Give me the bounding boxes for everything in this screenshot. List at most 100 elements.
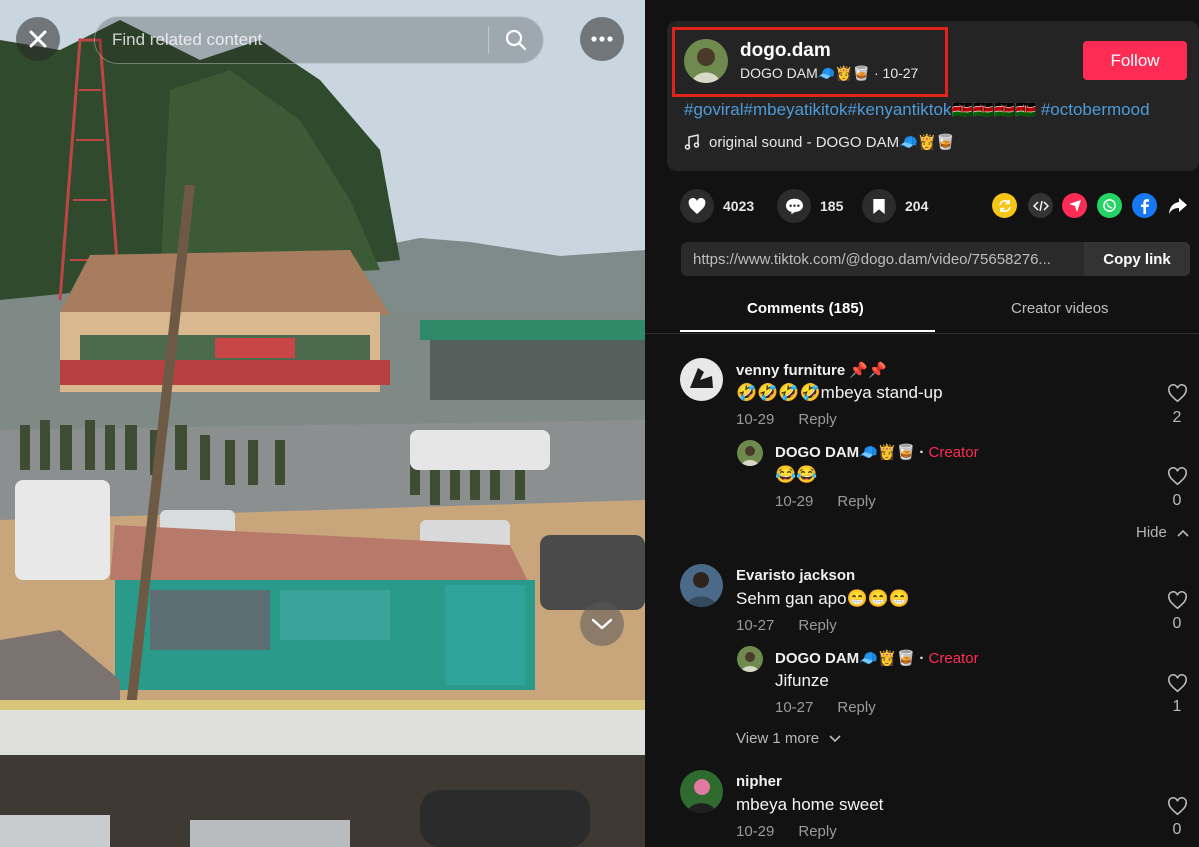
share-link-box: https://www.tiktok.com/@dogo.dam/video/7… [681,242,1190,276]
avatar[interactable] [737,646,763,672]
comment-date: 10-29 [736,823,775,840]
share-link-url[interactable]: https://www.tiktok.com/@dogo.dam/video/7… [681,251,1084,268]
comment-author[interactable]: nipher [736,773,782,790]
avatar[interactable] [680,770,723,813]
reply-like-button[interactable] [1165,467,1189,491]
like-action[interactable]: 4023 [680,188,754,224]
reply-date: 10-27 [775,699,814,716]
reply-button[interactable]: Reply [837,699,875,716]
heart-icon [688,197,706,214]
author-subline: DOGO DAM🧢👸🥃 · 10-27 [740,65,918,82]
more-options-button[interactable] [580,17,624,61]
comment-date: 10-29 [736,411,775,428]
heart-outline-icon [1167,591,1187,610]
video-frame [0,0,645,847]
comment-date: 10-27 [736,617,775,634]
reply-button[interactable]: Reply [798,617,836,634]
follow-button[interactable]: Follow [1083,41,1187,80]
whatsapp-icon[interactable] [1097,193,1122,218]
save-action[interactable]: 204 [862,188,928,224]
hide-label: Hide [1136,524,1167,541]
avatar-image [680,358,723,401]
creator-badge: Creator [928,444,979,461]
avatar-image [680,564,723,607]
comment-action[interactable]: 185 [777,188,843,224]
reply-author-name: DOGO DAM🧢👸🥃 [775,444,916,461]
share-arrow-icon[interactable] [1165,193,1190,218]
hashtags: #goviral#mbeyatikitok#kenyantiktok🇰🇪🇰🇪🇰🇪… [684,100,1150,120]
next-video-button[interactable] [580,602,624,646]
search-button[interactable] [489,17,543,63]
comment-like-button[interactable] [1165,591,1189,615]
comment-like-button[interactable] [1165,797,1189,821]
comment-author[interactable]: venny furniture 📌📌 [736,361,887,379]
active-tab-indicator [680,330,935,332]
forward-arrow-icon [1168,197,1187,214]
reply-like-count: 1 [1172,698,1182,715]
heart-outline-icon [1167,797,1187,816]
avatar[interactable] [680,358,723,401]
repost-arrows-icon [998,199,1011,212]
comment-like-count: 2 [1172,409,1182,426]
comment-bubble-icon [785,198,803,214]
music-note-icon [684,134,700,150]
music-title: original sound - DOGO DAM🧢👸🥃 [709,134,956,151]
reply-meta: 10-27 Reply [775,699,876,716]
save-count: 204 [905,198,929,214]
avatar[interactable] [680,564,723,607]
comment-button[interactable] [777,189,811,223]
author-username[interactable]: dogo.dam [740,40,831,62]
avatar-image [737,440,763,466]
video-player[interactable] [0,0,645,847]
reply-button[interactable]: Reply [798,411,836,428]
save-button[interactable] [862,189,896,223]
search-input[interactable] [95,29,488,51]
reply-text: 😂😂 [775,465,818,484]
comment-author[interactable]: Evaristo jackson [736,567,855,584]
close-icon [29,30,47,48]
reply-like-button[interactable] [1165,674,1189,698]
heart-outline-icon [1167,384,1187,403]
hashtag-link[interactable]: #kenyantiktok [847,100,951,119]
heart-outline-icon [1167,467,1187,486]
hashtag-link[interactable]: #octobermood [1041,100,1150,119]
hide-replies-button[interactable]: Hide [1136,524,1189,541]
search-bar[interactable] [94,16,544,64]
comment-like-count: 0 [1172,821,1182,838]
comment-like-button[interactable] [1165,384,1189,408]
repost-icon[interactable] [992,193,1017,218]
dot-separator: · [873,65,883,81]
tab-creator-videos[interactable]: Creator videos [1011,300,1109,317]
author-avatar[interactable] [684,39,728,83]
heart-outline-icon [1167,674,1187,693]
avatar-image [680,770,723,813]
hashtag-link[interactable]: #goviral [684,100,744,119]
music-link[interactable]: original sound - DOGO DAM🧢👸🥃 [684,133,955,151]
bookmark-icon [873,198,885,214]
close-button[interactable] [16,17,60,61]
comment-like-count: 0 [1172,615,1182,632]
comment-text: mbeya home sweet [736,795,884,814]
search-icon [505,29,527,51]
view-more-replies-button[interactable]: View 1 more [736,730,841,747]
reply-author[interactable]: DOGO DAM🧢👸🥃 · Creator [775,649,979,667]
comment-meta: 10-29 Reply [736,411,837,428]
reply-date: 10-29 [775,493,814,510]
tab-comments[interactable]: Comments (185) [747,300,864,317]
send-icon[interactable] [1062,193,1087,218]
reply-author-name: DOGO DAM🧢👸🥃 [775,650,916,667]
comment-text: Sehm gan apo😁😁😁 [736,589,911,608]
like-count: 4023 [723,198,755,214]
hashtag-link[interactable]: #mbeyatikitok [744,100,848,119]
avatar[interactable] [737,440,763,466]
copy-link-button[interactable]: Copy link [1084,242,1190,276]
facebook-icon[interactable] [1132,193,1157,218]
whatsapp-logo-icon [1103,199,1116,212]
reply-button[interactable]: Reply [798,823,836,840]
reply-button[interactable]: Reply [837,493,875,510]
reply-author[interactable]: DOGO DAM🧢👸🥃 · Creator [775,443,979,461]
comment-count: 185 [820,198,844,214]
like-button[interactable] [680,189,714,223]
embed-icon[interactable] [1028,193,1053,218]
view-more-label: View 1 more [736,730,820,747]
